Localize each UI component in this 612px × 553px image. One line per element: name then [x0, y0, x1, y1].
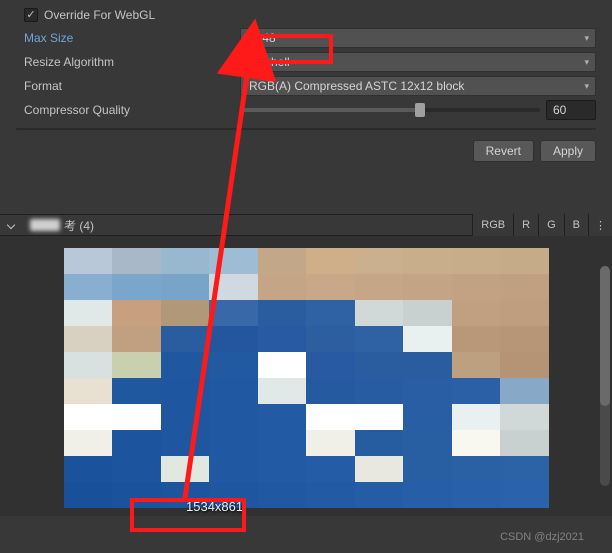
texture-preview-image[interactable]: [64, 248, 549, 508]
max-size-dropdown[interactable]: 2048: [240, 28, 596, 48]
format-dropdown[interactable]: RGB(A) Compressed ASTC 12x12 block: [240, 76, 596, 96]
max-size-value: 2048: [249, 31, 276, 45]
revert-button[interactable]: Revert: [473, 140, 534, 162]
compressor-quality-row: Compressor Quality 60: [0, 98, 612, 122]
resize-algorithm-value: Mitchell: [249, 55, 290, 69]
preview-scrollbar-vertical[interactable]: [600, 266, 610, 486]
apply-button-row: Revert Apply: [0, 130, 612, 166]
resize-algorithm-row: Resize Algorithm Mitchell: [0, 50, 612, 74]
override-checkbox[interactable]: ✓: [24, 8, 38, 22]
compressor-quality-slider[interactable]: [240, 108, 540, 112]
compressor-quality-label: Compressor Quality: [24, 103, 130, 117]
preview-body: 1534x861: [0, 236, 612, 516]
apply-button[interactable]: Apply: [540, 140, 596, 162]
resize-algorithm-label: Resize Algorithm: [24, 55, 114, 69]
texture-inspector-panel: ✓ Override For WebGL Max Size 2048 Resiz…: [0, 0, 612, 170]
chevron-down-icon[interactable]: [7, 221, 15, 229]
blurred-title-part: [30, 219, 60, 231]
dimensions-label: 1534x861: [186, 499, 243, 514]
max-size-label-group: Max Size: [0, 31, 240, 45]
scrollbar-thumb[interactable]: [600, 266, 610, 406]
preview-header: 考 (4) RGB R G B ⋮: [0, 214, 612, 236]
pixelated-content: [64, 248, 549, 508]
slider-thumb-icon[interactable]: [415, 103, 425, 117]
channel-rgb-button[interactable]: RGB: [472, 214, 513, 236]
format-value: RGB(A) Compressed ASTC 12x12 block: [249, 79, 464, 93]
compressor-quality-value[interactable]: 60: [546, 100, 596, 120]
override-label-group: ✓ Override For WebGL: [0, 8, 240, 22]
max-size-row: Max Size 2048: [0, 26, 612, 50]
channel-buttons: RGB R G B ⋮: [472, 214, 612, 236]
watermark-text: CSDN @dzj2021: [500, 531, 584, 543]
resize-algorithm-dropdown[interactable]: Mitchell: [240, 52, 596, 72]
preview-title: 考 (4): [64, 217, 472, 234]
override-label: Override For WebGL: [44, 8, 155, 22]
format-row: Format RGB(A) Compressed ASTC 12x12 bloc…: [0, 74, 612, 98]
texture-preview-section: 考 (4) RGB R G B ⋮ 1534x861: [0, 214, 612, 516]
channel-g-button[interactable]: G: [538, 214, 564, 236]
override-row: ✓ Override For WebGL: [0, 4, 612, 26]
format-label: Format: [24, 79, 62, 93]
channel-b-button[interactable]: B: [564, 214, 588, 236]
more-options-button[interactable]: ⋮: [588, 214, 612, 236]
channel-r-button[interactable]: R: [513, 214, 538, 236]
max-size-label: Max Size: [24, 31, 73, 45]
